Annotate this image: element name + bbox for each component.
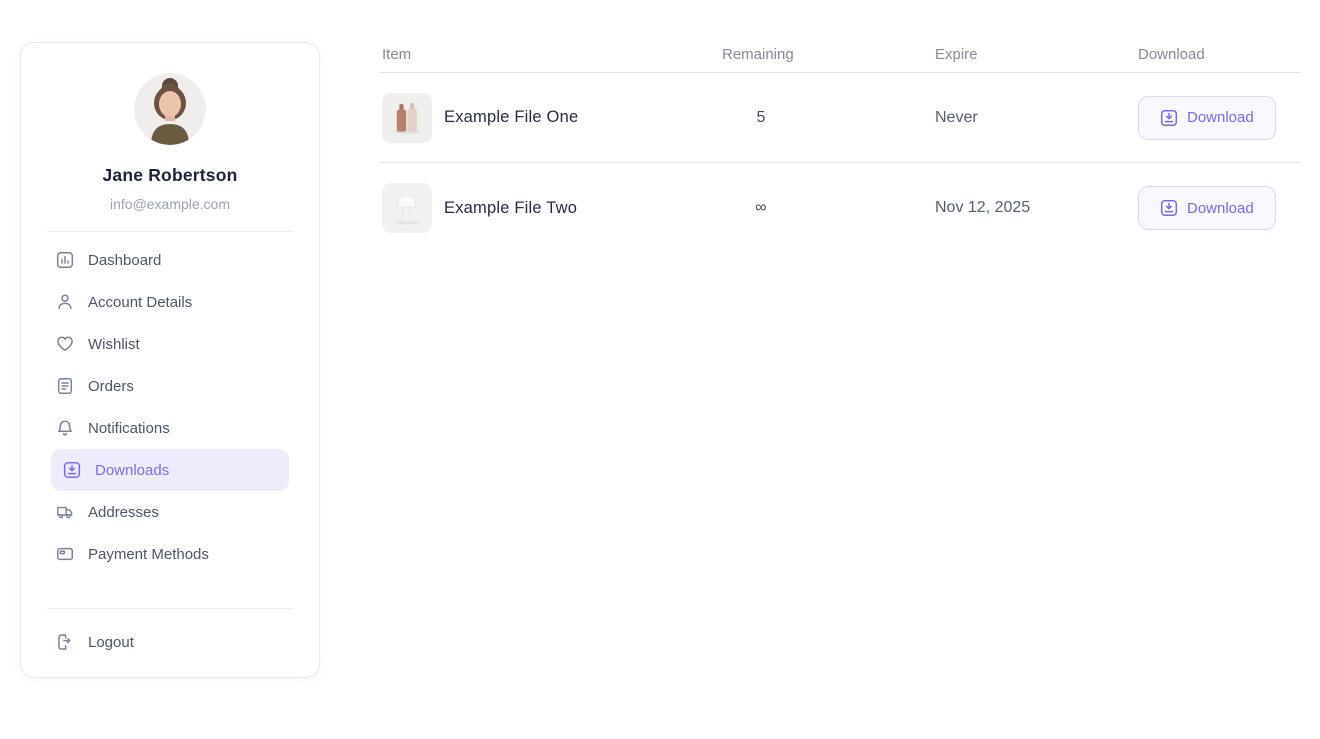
orders-icon [56, 377, 74, 395]
logout-label: Logout [88, 634, 134, 651]
sidebar-item-label: Payment Methods [88, 546, 209, 563]
sidebar-item-downloads[interactable]: Downloads [51, 449, 289, 491]
column-header-download: Download [1138, 46, 1300, 63]
sidebar-item-label: Account Details [88, 294, 192, 311]
bell-icon [56, 419, 74, 437]
remaining-value: 5 [722, 109, 800, 127]
credit-card-icon [56, 545, 74, 563]
sidebar-item-orders[interactable]: Orders [51, 365, 289, 407]
sidebar-item-label: Notifications [88, 420, 170, 437]
download-button[interactable]: Download [1138, 186, 1276, 230]
sidebar-menu: Dashboard Account Details Wishlist [51, 239, 289, 575]
download-icon [1160, 109, 1178, 127]
user-icon [56, 293, 74, 311]
user-name: Jane Robertson [51, 165, 289, 186]
download-button-label: Download [1187, 200, 1254, 217]
column-header-item: Item [380, 46, 722, 63]
sidebar-item-label: Dashboard [88, 252, 161, 269]
avatar [134, 73, 206, 145]
product-thumbnail-bottles [382, 93, 432, 143]
sidebar-item-label: Wishlist [88, 336, 140, 353]
sidebar-item-addresses[interactable]: Addresses [51, 491, 289, 533]
remaining-value: ∞ [722, 199, 800, 217]
downloads-table: Item Remaining Expire Download Example F… [380, 36, 1300, 253]
logout-button[interactable]: Logout [51, 621, 289, 663]
logout-icon [56, 633, 74, 651]
sidebar-item-notifications[interactable]: Notifications [51, 407, 289, 449]
user-email: info@example.com [51, 196, 289, 212]
column-header-expire: Expire [935, 46, 1138, 63]
download-icon [63, 461, 81, 479]
sidebar-item-account-details[interactable]: Account Details [51, 281, 289, 323]
sidebar-item-wishlist[interactable]: Wishlist [51, 323, 289, 365]
expire-value: Nov 12, 2025 [935, 199, 1030, 216]
sidebar-item-label: Addresses [88, 504, 159, 521]
item-name: Example File Two [444, 199, 577, 218]
sidebar-divider [47, 231, 293, 232]
heart-icon [56, 335, 74, 353]
account-sidebar: Jane Robertson info@example.com Dashboar… [20, 42, 320, 678]
download-button-label: Download [1187, 109, 1254, 126]
product-thumbnail-lamp [382, 183, 432, 233]
column-header-remaining: Remaining [722, 46, 935, 63]
table-header-row: Item Remaining Expire Download [380, 36, 1300, 73]
sidebar-item-label: Downloads [95, 462, 169, 479]
logout-divider [47, 608, 293, 609]
sidebar-item-label: Orders [88, 378, 134, 395]
download-button[interactable]: Download [1138, 96, 1276, 140]
sidebar-item-payment-methods[interactable]: Payment Methods [51, 533, 289, 575]
item-name: Example File One [444, 108, 578, 127]
expire-value: Never [935, 109, 978, 126]
sidebar-item-dashboard[interactable]: Dashboard [51, 239, 289, 281]
truck-icon [56, 503, 74, 521]
dashboard-icon [56, 251, 74, 269]
table-row: Example File Two ∞ Nov 12, 2025 Download [380, 163, 1300, 253]
download-icon [1160, 199, 1178, 217]
table-row: Example File One 5 Never Download [380, 73, 1300, 163]
